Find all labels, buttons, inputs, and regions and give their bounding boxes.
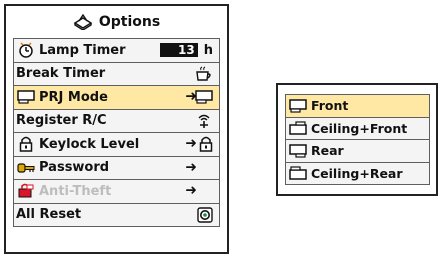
menu-item-password[interactable]: Password ➜ bbox=[13, 155, 220, 180]
prj-option-ceiling-front[interactable]: Ceiling+Front bbox=[285, 116, 430, 140]
keylock-level-label: Keylock Level bbox=[39, 136, 140, 152]
prj-option-rear-label: Rear bbox=[311, 143, 344, 159]
keylock-value-icon bbox=[199, 133, 213, 156]
keylock-arrow-icon: ➜ bbox=[185, 135, 197, 152]
menu-item-break-timer[interactable]: Break Timer bbox=[13, 61, 220, 86]
options-icon bbox=[73, 14, 93, 30]
options-menu: Options Lamp Timer 13 h Break Timer PRJ … bbox=[4, 4, 229, 254]
menu-item-prj-mode[interactable]: PRJ Mode ➜ bbox=[13, 85, 220, 110]
key-icon bbox=[17, 160, 35, 176]
prj-option-rear[interactable]: Rear bbox=[285, 139, 430, 163]
lamp-timer-readout: 13 h bbox=[159, 39, 213, 62]
prj-mode-icon bbox=[17, 89, 35, 105]
options-list: Lamp Timer 13 h Break Timer PRJ Mode ➜ R… bbox=[13, 38, 220, 227]
prj-option-ceiling-rear-label: Ceiling+Rear bbox=[311, 165, 403, 181]
password-arrow-icon: ➜ bbox=[185, 159, 197, 176]
menu-item-all-reset[interactable]: All Reset bbox=[13, 202, 220, 227]
options-title-text: Options bbox=[98, 14, 161, 30]
anti-theft-arrow-icon: ➜ bbox=[185, 182, 197, 199]
prj-option-front-label: Front bbox=[311, 98, 349, 114]
remote-signal-icon bbox=[195, 110, 213, 133]
break-timer-label: Break Timer bbox=[16, 66, 106, 82]
menu-item-register-rc[interactable]: Register R/C bbox=[13, 108, 220, 133]
all-reset-label: All Reset bbox=[16, 207, 82, 223]
lamp-timer-label: Lamp Timer bbox=[39, 42, 126, 58]
lamp-timer-icon bbox=[17, 42, 35, 58]
prj-option-ceiling-rear[interactable]: Ceiling+Rear bbox=[285, 161, 430, 185]
prj-mode-front-icon bbox=[195, 86, 213, 109]
password-label: Password bbox=[39, 160, 110, 176]
prj-mode-options: Front Ceiling+Front Rear Ceiling+Rear bbox=[285, 94, 430, 185]
lamp-timer-value: 13 bbox=[159, 43, 198, 58]
prj-mode-submenu: Front Ceiling+Front Rear Ceiling+Rear bbox=[276, 83, 438, 196]
anti-theft-label: Anti-Theft bbox=[39, 183, 112, 199]
prj-mode-label: PRJ Mode bbox=[39, 89, 108, 105]
register-rc-label: Register R/C bbox=[16, 113, 107, 129]
rear-projection-icon bbox=[289, 143, 307, 159]
menu-item-keylock-level[interactable]: Keylock Level ➜ bbox=[13, 132, 220, 157]
ceiling-rear-icon bbox=[289, 165, 307, 181]
coffee-cup-icon bbox=[195, 63, 213, 86]
prj-option-ceiling-front-label: Ceiling+Front bbox=[311, 120, 408, 136]
lamp-timer-unit: h bbox=[203, 42, 213, 58]
keylock-icon bbox=[17, 136, 35, 152]
menu-item-lamp-timer[interactable]: Lamp Timer 13 h bbox=[13, 38, 220, 63]
ceiling-front-icon bbox=[289, 120, 307, 136]
prj-option-front[interactable]: Front bbox=[285, 94, 430, 118]
front-projection-icon bbox=[289, 98, 307, 114]
anti-theft-icon bbox=[17, 183, 35, 199]
options-menu-title: Options bbox=[6, 6, 227, 38]
menu-item-anti-theft: Anti-Theft ➜ bbox=[13, 179, 220, 204]
reset-icon bbox=[197, 204, 213, 227]
